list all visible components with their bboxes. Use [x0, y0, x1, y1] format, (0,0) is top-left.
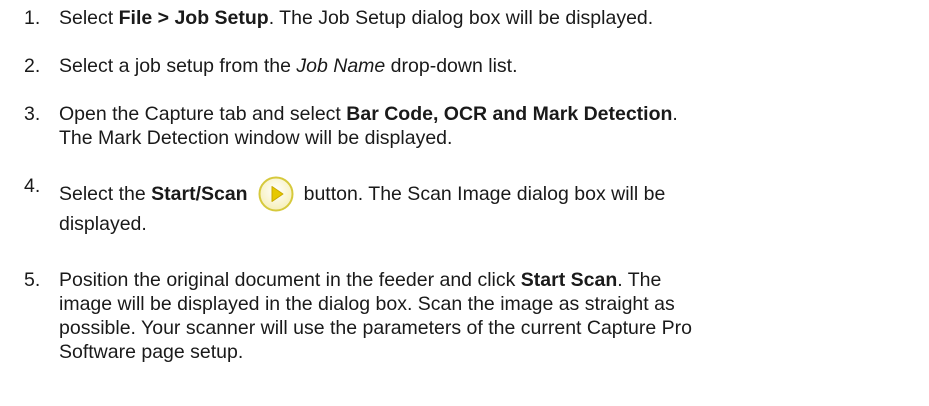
step-text: Open the Capture tab and select Bar Code…: [59, 102, 899, 150]
step-text-part: drop-down list.: [385, 55, 518, 77]
step-text: Select the Start/Scan button. The Scan Im…: [59, 174, 899, 236]
step-number: 2.: [24, 55, 41, 77]
step-text-part: button. The Scan Image dialog box will b…: [303, 183, 666, 205]
step-text-part: . The Job Setup dialog box will be displ…: [268, 7, 654, 29]
step-text-part: . The: [617, 269, 662, 291]
step-text-part: Select the: [59, 183, 152, 205]
step-text: Select a job setup from the Job Name dro…: [59, 54, 899, 78]
step-number: 5.: [24, 269, 41, 291]
start-scan-label: Start Scan: [520, 269, 618, 291]
step-number: 1.: [24, 7, 41, 29]
bar-code-ocr-mark-detection-label: Bar Code, OCR and Mark Detection: [346, 103, 673, 125]
instruction-page: 1. Select File > Job Setup. The Job Setu…: [0, 0, 929, 406]
step-line: possible. Your scanner will use the para…: [59, 317, 693, 339]
step-line: Open the Capture tab and select Bar Code…: [59, 102, 899, 126]
step-number: 4.: [24, 175, 41, 197]
step-text: Select File > Job Setup. The Job Setup d…: [59, 6, 899, 30]
step-text-part: Open the Capture tab and select: [59, 103, 347, 125]
step-line: The Mark Detection window will be displa…: [59, 127, 453, 149]
start-scan-label: Start/Scan: [151, 183, 248, 205]
step-number: 3.: [24, 103, 41, 125]
step-line: Software page setup.: [59, 341, 244, 363]
step-line: Position the original document in the fe…: [59, 268, 899, 292]
step-text-part: Position the original document in the fe…: [59, 269, 521, 291]
step-text-part: .: [672, 103, 678, 125]
menu-path-file-job-setup: File > Job Setup: [118, 7, 269, 29]
job-name-reference: Job Name: [296, 55, 386, 77]
step-text: Position the original document in the fe…: [59, 268, 899, 364]
step-line: displayed.: [59, 213, 147, 235]
step-line: image will be displayed in the dialog bo…: [59, 293, 675, 315]
step-text-part: Select a job setup from the: [59, 55, 297, 77]
start-scan-play-icon: [256, 174, 296, 214]
step-text-part: Select: [59, 7, 119, 29]
step-line: Select the Start/Scan button. The Scan Im…: [59, 174, 899, 214]
